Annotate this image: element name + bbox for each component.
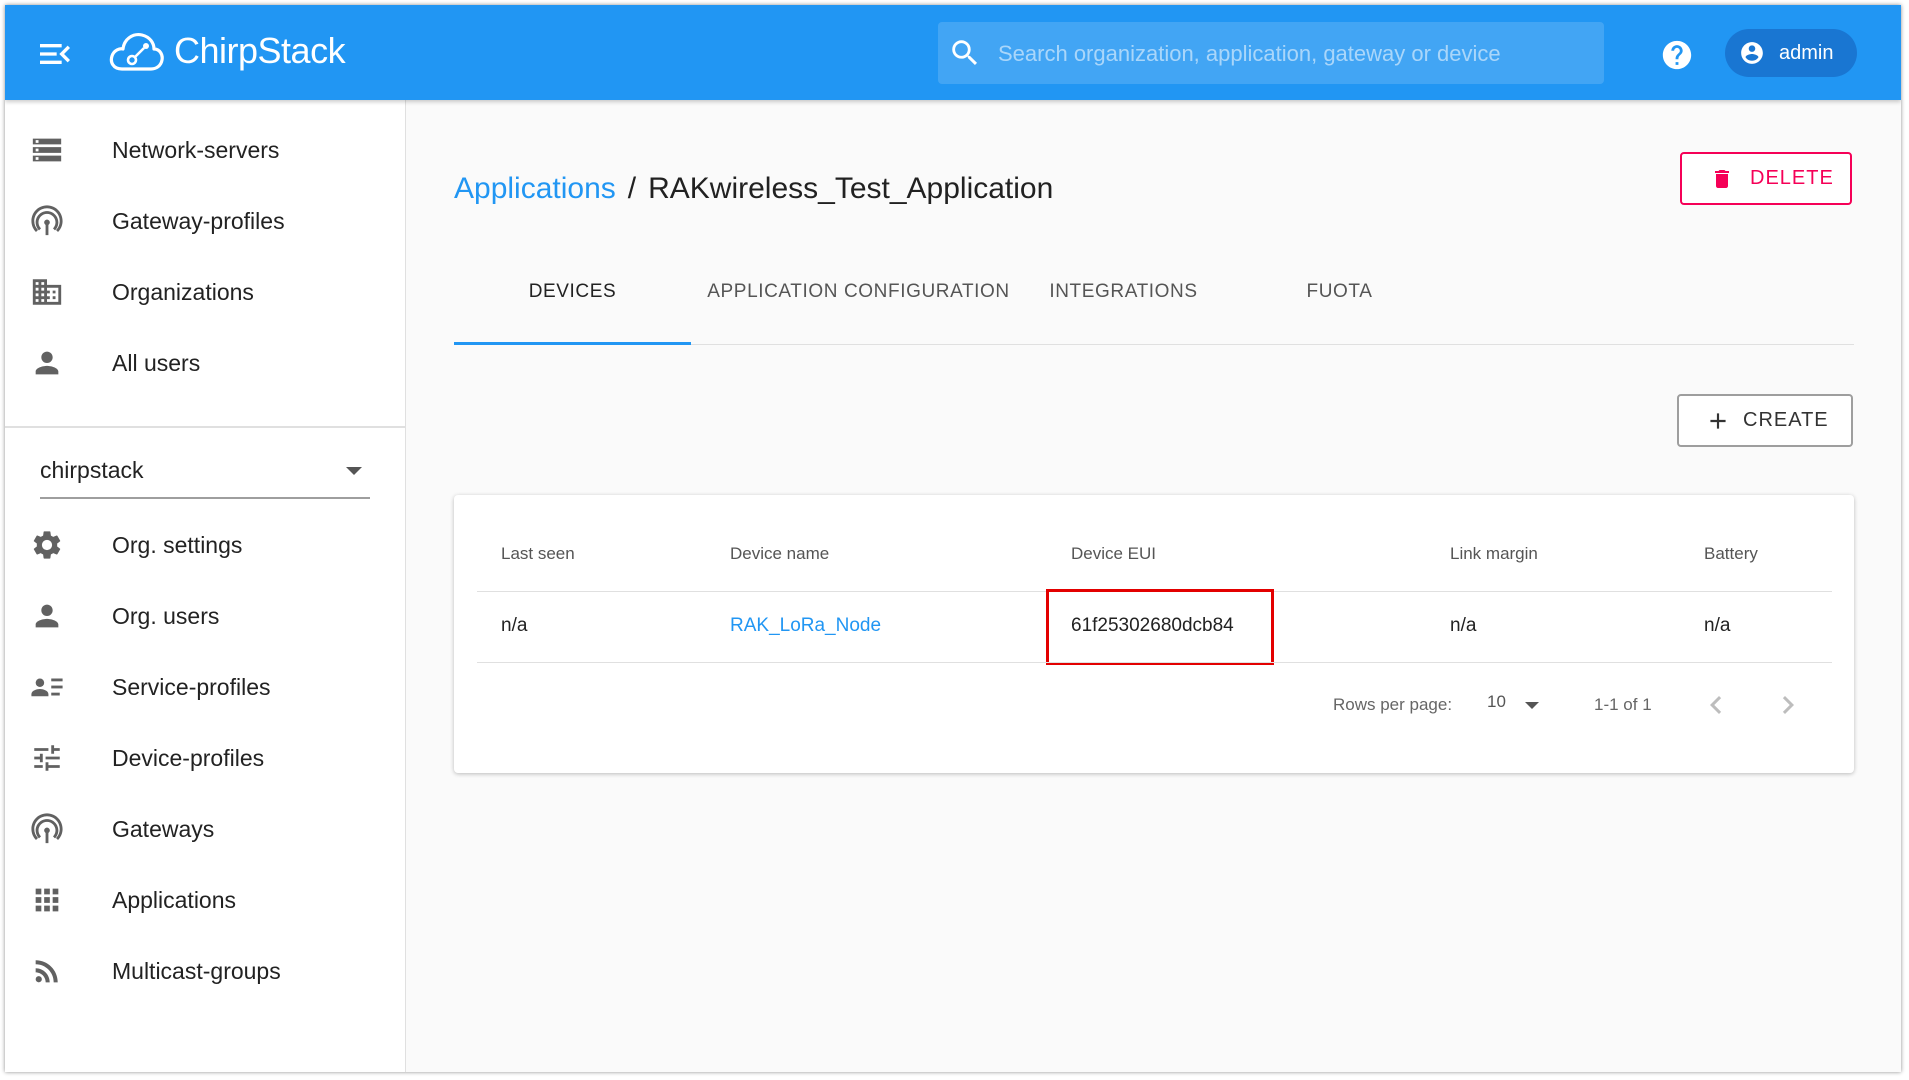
rss-feed-icon (35, 960, 58, 983)
sidebar-item-label: Network-servers (112, 136, 280, 163)
sidebar-item-organizations[interactable]: Organizations (5, 257, 405, 327)
tab-fuota[interactable]: FUOTA (1221, 240, 1458, 343)
sidebar-item-label: Gateway-profiles (112, 207, 285, 234)
search-icon (952, 40, 978, 66)
contacts-list-icon (31, 678, 63, 697)
chevron-down-icon (1525, 702, 1539, 709)
tab-label: DEVICES (528, 280, 617, 302)
account-circle-icon (1741, 42, 1763, 64)
person-icon (35, 604, 59, 628)
device-eui-highlight-box (1046, 589, 1274, 665)
rows-per-page-label: Rows per page: (1333, 695, 1453, 714)
previous-page-button[interactable] (1698, 687, 1734, 723)
username-label: admin (1779, 41, 1834, 64)
tab-label: INTEGRATIONS (1049, 280, 1198, 302)
server-icon (32, 138, 62, 162)
sidebar-item-label: Organizations (112, 278, 254, 305)
active-tab-indicator (454, 342, 691, 345)
tab-label: FUOTA (1306, 280, 1373, 302)
chevron-down-icon (346, 467, 362, 475)
global-search (938, 22, 1604, 86)
column-header-device-eui: Device EUI (1071, 544, 1157, 563)
create-button-label: CREATE (1743, 409, 1829, 431)
delete-application-button[interactable]: DELETE (1680, 152, 1852, 205)
search-input[interactable] (996, 22, 1590, 86)
pagination-range: 1-1 of 1 (1594, 695, 1652, 714)
organization-select[interactable]: chirpstack (40, 445, 370, 499)
help-circle-icon (1662, 40, 1692, 70)
delete-button-label: DELETE (1750, 167, 1834, 189)
sidebar-item-all-users[interactable]: All users (5, 328, 405, 398)
application-tabs: DEVICES APPLICATION CONFIGURATION INTEGR… (454, 240, 1854, 345)
gear-icon (33, 531, 61, 559)
breadcrumb-separator: / (627, 172, 637, 205)
device-name-link[interactable]: RAK_LoRa_Node (730, 615, 881, 637)
breadcrumb-applications-link[interactable]: Applications (454, 172, 616, 205)
sidebar-item-service-profiles[interactable]: Service-profiles (5, 652, 405, 722)
sidebar-item-org-settings[interactable]: Org. settings (5, 510, 405, 580)
column-header-link-margin: Link margin (1450, 544, 1538, 563)
sidebar-item-multicast-groups[interactable]: Multicast-groups (5, 936, 405, 1006)
trash-icon (1715, 169, 1729, 188)
top-app-bar: ChirpStack admin (5, 5, 1901, 100)
apps-grid-icon (35, 888, 59, 912)
row-divider (477, 662, 1832, 663)
organization-select-value: chirpstack (40, 457, 144, 483)
arrow-menu-icon (40, 44, 70, 64)
column-header-last-seen: Last seen (501, 544, 575, 563)
plus-icon (1710, 412, 1726, 429)
rows-per-page-value: 10 (1487, 692, 1506, 711)
app-window: ChirpStack admin Network-servers Gateway… (5, 5, 1901, 1072)
rows-per-page-select[interactable]: 10 (1487, 692, 1539, 720)
menu-collapse-button[interactable] (35, 34, 75, 74)
app-name: ChirpStack (174, 30, 346, 71)
main-content: Applications / RAKwireless_Test_Applicatio… (406, 100, 1901, 1072)
column-header-device-name: Device name (730, 544, 830, 563)
building-icon (32, 279, 62, 305)
breadcrumb: Applications / RAKwireless_Test_Applicatio… (454, 172, 1053, 206)
tab-devices[interactable]: DEVICES (454, 240, 691, 343)
chevron-right-icon (1782, 696, 1794, 714)
sidebar-item-label: Gateways (112, 815, 215, 842)
create-device-button[interactable]: CREATE (1677, 394, 1853, 447)
sidebar-item-device-profiles[interactable]: Device-profiles (5, 723, 405, 793)
cell-last-seen: n/a (501, 615, 528, 636)
cell-link-margin: n/a (1450, 615, 1477, 636)
tab-application-configuration[interactable]: APPLICATION CONFIGURATION (691, 240, 1026, 343)
tune-sliders-icon (34, 745, 60, 771)
sidebar-item-label: Applications (112, 886, 237, 913)
sidebar-item-label: Service-profiles (112, 673, 271, 700)
column-header-battery: Battery (1704, 544, 1758, 563)
chevron-left-icon (1710, 696, 1722, 714)
sidebar-item-gateways[interactable]: Gateways (5, 794, 405, 864)
page-title: RAKwireless_Test_Application (648, 172, 1054, 205)
devices-table-card: Last seen Device name Device EUI Link ma… (454, 495, 1854, 773)
person-icon (35, 351, 59, 375)
antenna-icon (31, 205, 63, 236)
sidebar-divider (5, 426, 405, 428)
sidebar-item-network-servers[interactable]: Network-servers (5, 115, 405, 185)
antenna-icon (31, 813, 63, 844)
sidebar-item-label: Device-profiles (112, 744, 265, 771)
sidebar: Network-servers Gateway-profiles Organiz… (5, 100, 406, 1072)
tab-integrations[interactable]: INTEGRATIONS (1026, 240, 1221, 343)
sidebar-item-org-users[interactable]: Org. users (5, 581, 405, 651)
next-page-button[interactable] (1770, 687, 1806, 723)
cell-battery: n/a (1704, 615, 1731, 636)
sidebar-item-label: Org. users (112, 602, 220, 629)
sidebar-item-label: Multicast-groups (112, 957, 281, 984)
chirpstack-logo[interactable]: ChirpStack (108, 23, 346, 79)
sidebar-item-label: Org. settings (112, 531, 243, 558)
cloud-logo-icon (109, 33, 164, 71)
sidebar-item-label: All users (112, 349, 201, 376)
tab-label: APPLICATION CONFIGURATION (707, 280, 1010, 302)
sidebar-item-applications[interactable]: Applications (5, 865, 405, 935)
user-menu-button[interactable]: admin (1725, 29, 1857, 77)
help-button[interactable] (1660, 38, 1694, 72)
sidebar-item-gateway-profiles[interactable]: Gateway-profiles (5, 186, 405, 256)
